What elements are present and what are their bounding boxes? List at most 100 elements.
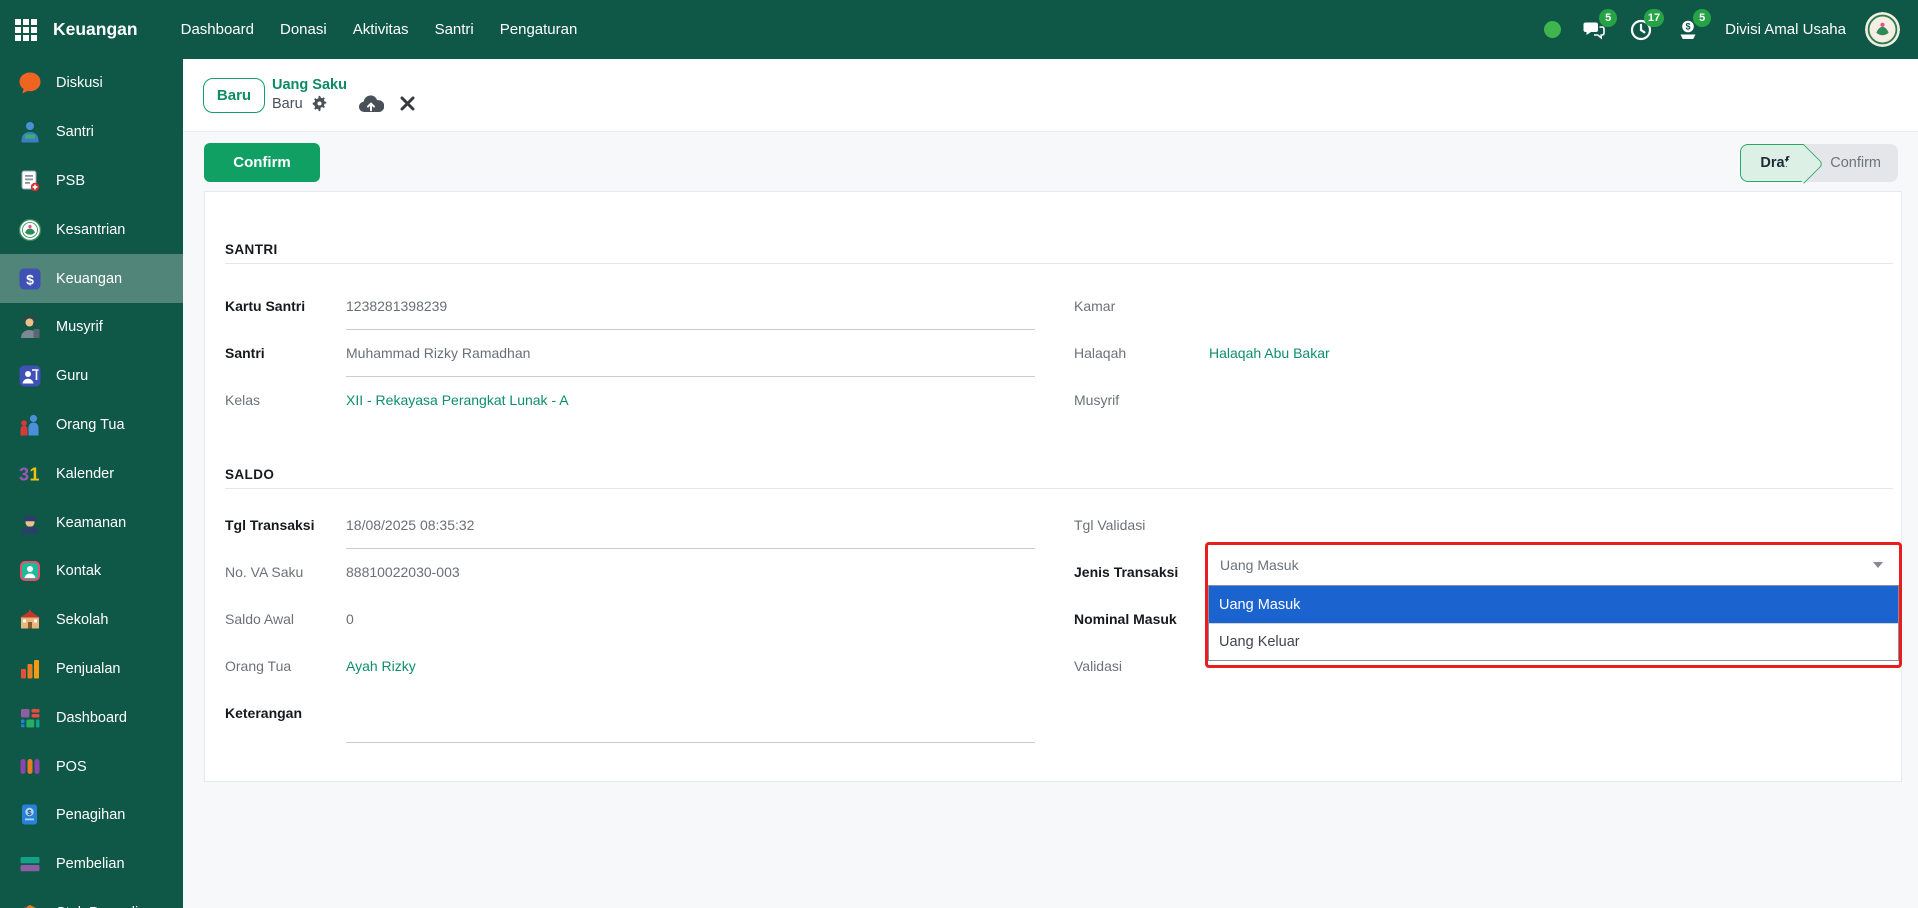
group-left-column: Tgl Transaksi18/08/2025 08:35:32No. VA S… bbox=[225, 515, 1035, 750]
record-link-halaqah-abu-bakar[interactable]: Halaqah Abu Bakar bbox=[1209, 345, 1330, 361]
nav-menu-donasi[interactable]: Donasi bbox=[267, 0, 340, 59]
sidebar-item-pembelian[interactable]: Pembelian bbox=[0, 840, 183, 889]
group-left-column: Kartu Santri1238281398239SantriMuhammad … bbox=[225, 296, 1035, 437]
field-value[interactable]: Muhammad Rizky Ramadhan bbox=[346, 343, 1035, 377]
app-title[interactable]: Keuangan bbox=[53, 19, 138, 40]
nav-menu-santri[interactable]: Santri bbox=[422, 0, 487, 59]
section-title-santri: SANTRI bbox=[225, 242, 1893, 264]
sidebar-item-kesantrian[interactable]: Kesantrian bbox=[0, 205, 183, 254]
chevron-down-icon bbox=[1873, 562, 1883, 568]
group-right-column: KamarHalaqahHalaqah Abu BakarMusyrif bbox=[1074, 296, 1893, 437]
field-kartu-santri: Kartu Santri1238281398239 bbox=[225, 296, 1035, 343]
field-label: Nominal Masuk bbox=[1074, 609, 1209, 629]
guru-icon bbox=[17, 363, 43, 389]
nav-menu-aktivitas[interactable]: Aktivitas bbox=[340, 0, 422, 59]
nav-menu-dashboard[interactable]: Dashboard bbox=[168, 0, 267, 59]
nav-menu-pengaturan[interactable]: Pengaturan bbox=[487, 0, 591, 59]
sidebar-item-diskusi[interactable]: Diskusi bbox=[0, 59, 183, 108]
field-value[interactable]: Halaqah Abu Bakar bbox=[1209, 343, 1893, 363]
sidebar-item-orang-tua[interactable]: Orang Tua bbox=[0, 401, 183, 450]
record-link-xii-rekayasa-perangkat-lunak-a[interactable]: XII - Rekayasa Perangkat Lunak - A bbox=[346, 392, 569, 408]
field-label: Kelas bbox=[225, 390, 346, 410]
sidebar-item-dashboard[interactable]: Dashboard bbox=[0, 693, 183, 742]
field-value[interactable]: Ayah Rizky bbox=[346, 656, 1035, 676]
control-panel: Baru Uang Saku Baru bbox=[183, 59, 1918, 132]
breadcrumb-model[interactable]: Uang Saku bbox=[272, 77, 415, 93]
jenis-transaksi-select-area: Uang MasukUang MasukUang Keluar bbox=[1209, 562, 1893, 582]
field-value[interactable]: 1238281398239 bbox=[346, 296, 1035, 330]
breadcrumb: Uang Saku Baru bbox=[272, 77, 415, 114]
sidebar-item-penagihan[interactable]: $Penagihan bbox=[0, 791, 183, 840]
group-right-column: Tgl ValidasiJenis TransaksiUang MasukUan… bbox=[1074, 515, 1893, 750]
wallet-badge: 5 bbox=[1693, 9, 1711, 27]
field-label: Saldo Awal bbox=[225, 609, 346, 629]
user-menu[interactable]: Divisi Amal Usaha bbox=[1725, 21, 1846, 38]
sidebar-item-label: Keuangan bbox=[56, 271, 122, 287]
svg-text:$: $ bbox=[1686, 21, 1691, 31]
field-kamar: Kamar bbox=[1074, 296, 1893, 343]
messages-icon[interactable]: 5 bbox=[1580, 16, 1608, 44]
sidebar-item-sekolah[interactable]: Sekolah bbox=[0, 596, 183, 645]
field-value[interactable] bbox=[1209, 296, 1893, 316]
wallet-icon[interactable]: $ 5 bbox=[1674, 16, 1702, 44]
apps-grid-icon[interactable] bbox=[14, 18, 38, 42]
sidebar-item-stok-persediaan[interactable]: Stok Persediaan bbox=[0, 889, 183, 908]
dropdown-option-uang-keluar[interactable]: Uang Keluar bbox=[1209, 623, 1898, 660]
sekolah-icon bbox=[17, 607, 43, 633]
santri-icon bbox=[17, 119, 43, 145]
confirm-button[interactable]: Confirm bbox=[204, 143, 320, 182]
field-musyrif: Musyrif bbox=[1074, 390, 1893, 437]
sidebar-item-psb[interactable]: PSB bbox=[0, 157, 183, 206]
dropdown-option-uang-masuk[interactable]: Uang Masuk bbox=[1209, 586, 1898, 623]
dashboard-app-icon bbox=[17, 705, 43, 731]
field-value[interactable]: XII - Rekayasa Perangkat Lunak - A bbox=[346, 390, 1035, 410]
field-label: Kamar bbox=[1074, 296, 1209, 316]
sidebar-item-label: Sekolah bbox=[56, 612, 108, 628]
field-tgl-transaksi: Tgl Transaksi18/08/2025 08:35:32 bbox=[225, 515, 1035, 562]
jenis-transaksi-select[interactable]: Uang Masuk bbox=[1208, 545, 1899, 585]
sidebar-item-guru[interactable]: Guru bbox=[0, 352, 183, 401]
field-label: Jenis Transaksi bbox=[1074, 562, 1209, 582]
gear-icon[interactable] bbox=[311, 95, 328, 112]
sidebar-item-kalender[interactable]: 31Kalender bbox=[0, 449, 183, 498]
field-value[interactable] bbox=[346, 703, 1035, 743]
save-cloud-icon[interactable] bbox=[358, 94, 384, 114]
breadcrumb-record: Baru bbox=[272, 96, 303, 112]
app-sidebar: DiskusiSantriPSB Kesantrian $KeuanganMusyr… bbox=[0, 59, 183, 908]
sidebar-item-penjualan[interactable]: Penjualan bbox=[0, 645, 183, 694]
discard-x-icon[interactable] bbox=[400, 96, 415, 111]
sidebar-item-kontak[interactable]: Kontak bbox=[0, 547, 183, 596]
sidebar-item-musyrif[interactable]: Musyrif bbox=[0, 303, 183, 352]
sidebar-item-label: Kontak bbox=[56, 563, 101, 579]
field-value[interactable] bbox=[1209, 515, 1893, 535]
sidebar-item-pos[interactable]: POS bbox=[0, 742, 183, 791]
status-step-draft[interactable]: Draft bbox=[1740, 144, 1804, 182]
form-card: SANTRI Kartu Santri1238281398239SantriMuh… bbox=[204, 191, 1902, 782]
field-santri: SantriMuhammad Rizky Ramadhan bbox=[225, 343, 1035, 390]
user-avatar[interactable] bbox=[1865, 12, 1900, 47]
activities-badge: 17 bbox=[1644, 9, 1664, 27]
highlight-red-box: Uang MasukUang MasukUang Keluar bbox=[1205, 542, 1902, 668]
field-value[interactable]: 0 bbox=[346, 609, 1035, 629]
presence-dot-icon bbox=[1544, 21, 1561, 38]
record-link-ayah-rizky[interactable]: Ayah Rizky bbox=[346, 658, 416, 674]
svg-text:3: 3 bbox=[19, 464, 29, 484]
keamanan-icon bbox=[17, 510, 43, 536]
field-value[interactable]: 88810022030-003 bbox=[346, 562, 1035, 582]
nav-menu: DashboardDonasiAktivitasSantriPengaturan bbox=[168, 0, 591, 59]
sidebar-item-label: Kesantrian bbox=[56, 222, 125, 238]
sidebar-item-keuangan[interactable]: $Keuangan bbox=[0, 254, 183, 303]
field-group: Kartu Santri1238281398239SantriMuhammad … bbox=[225, 296, 1893, 437]
form-view: Confirm Draft Confirm SANTRIKartu Santri… bbox=[183, 132, 1918, 908]
field-value[interactable]: 18/08/2025 08:35:32 bbox=[346, 515, 1035, 549]
field-value[interactable] bbox=[1209, 390, 1893, 410]
dropdown-options-list: Uang MasukUang Keluar bbox=[1208, 585, 1899, 661]
sidebar-item-label: Orang Tua bbox=[56, 417, 125, 433]
pembelian-icon bbox=[17, 851, 43, 877]
new-record-button[interactable]: Baru bbox=[203, 78, 265, 113]
section-title-saldo: SALDO bbox=[225, 467, 1893, 489]
musyrif-icon bbox=[17, 314, 43, 340]
sidebar-item-santri[interactable]: Santri bbox=[0, 108, 183, 157]
sidebar-item-keamanan[interactable]: Keamanan bbox=[0, 498, 183, 547]
activities-clock-icon[interactable]: 17 bbox=[1627, 16, 1655, 44]
